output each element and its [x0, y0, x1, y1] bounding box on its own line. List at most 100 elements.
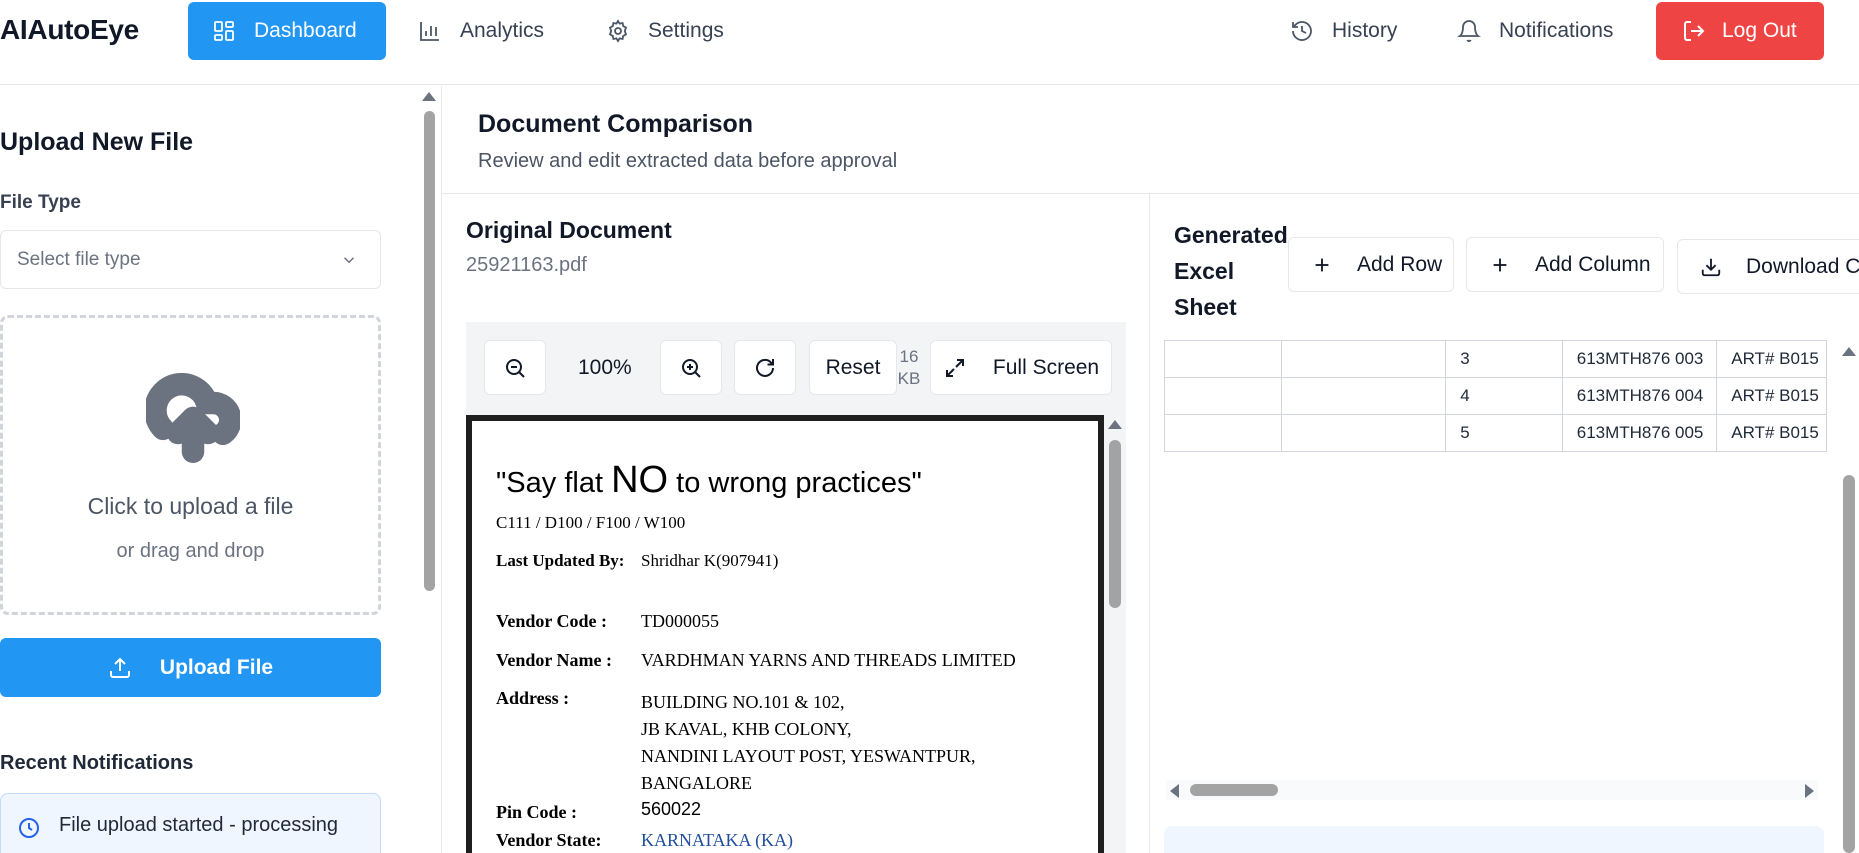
dashboard-icon — [214, 21, 234, 41]
nav-dashboard[interactable]: Dashboard — [188, 2, 386, 60]
add-column-button[interactable]: Add Column — [1466, 237, 1664, 292]
table-cell[interactable] — [1164, 340, 1283, 378]
doc-vendor-code-value: TD000055 — [641, 611, 719, 631]
table-cell[interactable] — [1281, 377, 1447, 415]
logout-button[interactable]: Log Out — [1656, 2, 1824, 60]
upload-file-button[interactable]: Upload File — [0, 638, 381, 697]
doc-address-lines: BUILDING NO.101 & 102, JB KAVAL, KHB COL… — [641, 689, 976, 797]
table-cell[interactable]: ART# B015 — [1716, 340, 1827, 378]
doc-pin-code-label: Pin Code : — [496, 802, 577, 822]
file-size: 16 KB — [897, 347, 921, 388]
table-cell[interactable] — [1164, 377, 1283, 415]
scroll-left-arrow[interactable] — [1170, 784, 1179, 798]
top-navbar: AIAutoEye Dashboard Analytics Settings H… — [0, 0, 1859, 85]
table-row: 3 613MTH876 003 ART# B015 — [1164, 340, 1827, 378]
doc-slogan-no: NO — [611, 459, 669, 501]
zoom-in-button[interactable] — [660, 340, 722, 395]
document-page: "Say flat NO to wrong practices" C111 / … — [466, 415, 1104, 853]
table-cell[interactable]: 613MTH876 004 — [1561, 377, 1718, 415]
file-type-select[interactable]: Select file type — [0, 230, 381, 289]
reset-label: Reset — [825, 355, 881, 379]
table-cell[interactable]: 4 — [1445, 377, 1563, 415]
excel-title-line: Sheet — [1174, 294, 1237, 320]
table-cell[interactable]: ART# B015 — [1716, 414, 1827, 452]
upload-icon — [109, 657, 130, 678]
nav-notifications-label: Notifications — [1499, 19, 1614, 42]
panel-divider — [1149, 194, 1150, 853]
nav-analytics[interactable]: Analytics — [418, 2, 544, 60]
doc-vendor-name-label: Vendor Name : — [496, 650, 612, 670]
rotate-button[interactable] — [734, 340, 796, 395]
upload-file-label: Upload File — [159, 655, 274, 679]
excel-info-panel — [1164, 826, 1824, 853]
doc-slogan-text-end: to wrong practices" — [668, 467, 922, 499]
doc-vendor-state-label: Vendor State: — [496, 830, 602, 850]
table-row: 5 613MTH876 005 ART# B015 — [1164, 414, 1827, 452]
upload-sidebar: Upload New File File Type Select file ty… — [0, 86, 440, 853]
app-logo[interactable]: AIAutoEye — [0, 14, 139, 46]
excel-title: Generated Excel Sheet — [1174, 217, 1294, 325]
zoom-out-icon — [506, 358, 525, 378]
bar-chart-icon — [420, 22, 439, 41]
dropzone-sub-text: or drag and drop — [116, 540, 265, 562]
clock-icon — [19, 818, 39, 838]
file-type-label: File Type — [0, 192, 81, 213]
history-icon — [1292, 21, 1312, 41]
table-cell[interactable] — [1281, 414, 1447, 452]
full-screen-button[interactable]: Full Screen — [930, 340, 1112, 395]
doc-last-updated-value: Shridhar K(907941) — [641, 551, 779, 570]
table-cell[interactable]: 5 — [1445, 414, 1563, 452]
original-filename: 25921163.pdf — [466, 254, 587, 276]
header-divider — [442, 193, 1859, 194]
download-icon — [1701, 258, 1721, 276]
excel-vertical-scrollbar[interactable] — [1843, 475, 1855, 853]
nav-dashboard-label: Dashboard — [254, 19, 357, 42]
logout-label: Log Out — [1722, 19, 1797, 42]
excel-title-line: Generated — [1174, 222, 1288, 248]
download-label: Download C — [1746, 254, 1859, 278]
sidebar-scrollbar[interactable] — [424, 111, 435, 591]
page-subtitle: Review and edit extracted data before ap… — [478, 150, 898, 172]
horizontal-scroll-thumb[interactable] — [1190, 784, 1278, 796]
doc-slogan: "Say flat NO to wrong practices" — [496, 459, 922, 502]
table-cell[interactable]: ART# B015 — [1716, 377, 1827, 415]
file-type-placeholder: Select file type — [17, 248, 141, 270]
scroll-right-arrow[interactable] — [1805, 784, 1814, 798]
recent-notifications-title: Recent Notifications — [0, 752, 194, 774]
nav-notifications[interactable]: Notifications — [1457, 2, 1613, 60]
excel-horizontal-scrollbar[interactable] — [1166, 780, 1818, 800]
doc-pin-code-value: 560022 — [641, 799, 702, 819]
table-cell[interactable] — [1281, 340, 1447, 378]
doc-address-line: BUILDING NO.101 & 102, — [641, 692, 845, 712]
table-cell[interactable]: 613MTH876 005 — [1561, 414, 1718, 452]
upload-dropzone[interactable]: Click to upload a file or drag and drop — [0, 315, 381, 615]
nav-history[interactable]: History — [1290, 2, 1397, 60]
table-cell[interactable] — [1164, 414, 1283, 452]
doc-address-line: BANGALORE — [641, 773, 752, 793]
doc-last-updated-label: Last Updated By: — [496, 551, 625, 570]
excel-table-viewport: 3 613MTH876 003 ART# B015 4 613MTH876 00… — [1164, 340, 1827, 460]
document-scrollbar[interactable] — [1109, 440, 1121, 608]
download-button[interactable]: Download C — [1677, 239, 1859, 294]
reset-button[interactable]: Reset — [809, 340, 897, 395]
plus-icon — [1315, 258, 1329, 271]
gear-icon — [608, 19, 628, 43]
nav-settings[interactable]: Settings — [606, 2, 724, 60]
table-cell[interactable]: 3 — [1445, 340, 1563, 378]
sidebar-scroll-up-arrow[interactable] — [422, 92, 436, 101]
zoom-level: 100% — [578, 356, 632, 379]
notification-text: File upload started - processing — [59, 814, 339, 836]
nav-history-label: History — [1332, 19, 1398, 42]
dropzone-main-text: Click to upload a file — [87, 493, 294, 519]
zoom-out-button[interactable] — [484, 340, 546, 395]
excel-title-line: Excel — [1174, 258, 1235, 284]
excel-scroll-up-arrow[interactable] — [1842, 347, 1856, 356]
rotate-icon — [756, 358, 774, 377]
document-scroll-up-arrow[interactable] — [1108, 420, 1122, 429]
doc-vendor-name-value: VARDHMAN YARNS AND THREADS LIMITED — [641, 650, 1016, 670]
excel-table: 3 613MTH876 003 ART# B015 4 613MTH876 00… — [1164, 340, 1827, 452]
chevron-down-icon — [343, 257, 355, 264]
table-cell[interactable]: 613MTH876 003 — [1561, 340, 1718, 378]
add-row-button[interactable]: Add Row — [1288, 237, 1454, 292]
bell-icon — [1457, 20, 1481, 42]
